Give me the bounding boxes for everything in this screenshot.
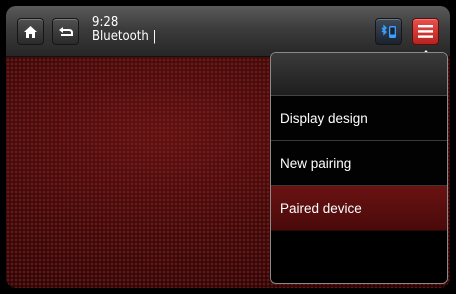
back-button[interactable] xyxy=(52,18,79,45)
menu-item-new-pairing[interactable]: New pairing xyxy=(271,141,447,186)
source-label: Bluetooth | xyxy=(92,29,157,44)
dropdown-menu: Display design New pairing Paired device xyxy=(270,52,448,284)
hamburger-menu-icon xyxy=(418,25,433,38)
menu-empty-slot xyxy=(271,231,447,283)
menu-item-display-design[interactable]: Display design xyxy=(271,96,447,141)
back-arrow-icon xyxy=(58,25,74,39)
bluetooth-phone-icon xyxy=(380,23,398,40)
clock-time: 9:28 xyxy=(92,15,119,30)
top-bar: 9:28 Bluetooth | xyxy=(6,6,450,57)
bluetooth-button[interactable] xyxy=(375,18,402,45)
home-icon xyxy=(23,25,38,39)
menu-header xyxy=(271,53,447,96)
menu-button[interactable] xyxy=(412,18,439,45)
menu-item-paired-device[interactable]: Paired device xyxy=(271,186,447,231)
home-button[interactable] xyxy=(17,18,44,45)
